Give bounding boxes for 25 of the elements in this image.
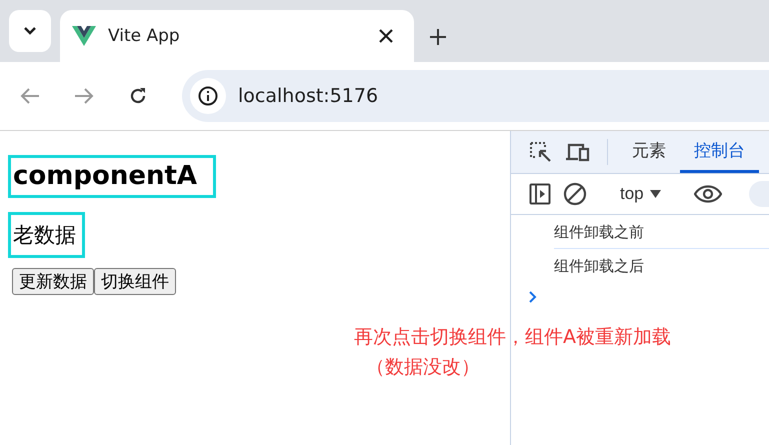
component-heading: componentA: [8, 155, 216, 198]
arrow-left-icon: [20, 87, 40, 105]
reload-icon: [128, 86, 148, 106]
page-button[interactable]: 切换组件: [94, 268, 176, 295]
console-log: 组件卸载之后: [554, 256, 645, 277]
context-dropdown[interactable]: top: [614, 184, 667, 204]
tab-search-button[interactable]: [9, 10, 51, 52]
chevron-right-icon: [529, 291, 537, 303]
site-info-button[interactable]: [190, 78, 226, 114]
devtools-tab[interactable]: 控制台: [680, 131, 759, 173]
console-log: 组件卸载之前: [554, 215, 769, 249]
logo-icon: [72, 26, 96, 46]
caret-icon: [650, 190, 661, 198]
page-button[interactable]: 更新数据: [12, 268, 94, 295]
arrow-right-icon: [74, 87, 94, 105]
tab-title: Vite App: [108, 26, 181, 46]
annotation-text: （数据没改）: [365, 355, 481, 380]
info-icon: [198, 86, 218, 106]
data-text: 老数据: [8, 212, 85, 258]
plus-icon: [430, 29, 446, 45]
url-text[interactable]: localhost:5176: [238, 85, 378, 107]
chevron-down-icon: [23, 26, 37, 36]
annotation-text: 再次点击切换组件，组件A被重新加载: [354, 325, 671, 350]
browser-tab[interactable]: Vite App: [60, 10, 414, 62]
devtools-tab[interactable]: 元素: [618, 131, 680, 173]
